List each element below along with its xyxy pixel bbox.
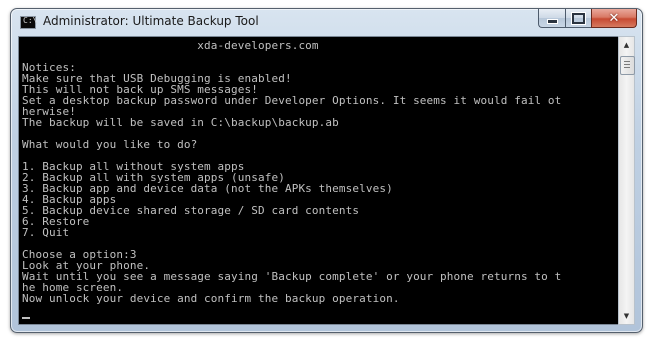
close-icon: ✕ (608, 10, 620, 26)
console-window: C:\ Administrator: Ultimate Backup Tool … (10, 8, 643, 333)
text-cursor (22, 317, 30, 319)
close-button[interactable]: ✕ (591, 9, 637, 28)
command-prompt-icon[interactable]: C:\ (20, 16, 37, 29)
window-title: Administrator: Ultimate Backup Tool (43, 14, 259, 28)
minimize-icon (546, 19, 558, 24)
console-line: The backup will be saved in C:\backup\ba… (22, 116, 339, 129)
scroll-down-button[interactable]: ▼ (619, 308, 634, 324)
arrow-down-icon: ▼ (623, 312, 630, 320)
console-output[interactable]: xda-developers.com Notices: Make sure that… (18, 36, 619, 325)
arrow-up-icon: ▲ (623, 41, 630, 49)
title-bar[interactable]: C:\ Administrator: Ultimate Backup Tool … (11, 9, 642, 35)
scroll-thumb[interactable] (620, 56, 635, 75)
console-line: Now unlock your device and confirm the b… (22, 292, 400, 305)
console-line: Set a desktop backup password under Deve… (22, 94, 562, 107)
scroll-up-button[interactable]: ▲ (619, 37, 634, 53)
minimize-button[interactable] (538, 9, 565, 28)
vertical-scrollbar[interactable]: ▲ ▼ (618, 36, 635, 325)
console-line: 7. Quit (22, 226, 70, 239)
console-line: What would you like to do? (22, 138, 198, 151)
maximize-button[interactable] (565, 9, 591, 28)
maximize-icon (572, 12, 585, 24)
console-line: xda-developers.com (22, 39, 319, 52)
caption-buttons: ✕ (538, 9, 637, 28)
